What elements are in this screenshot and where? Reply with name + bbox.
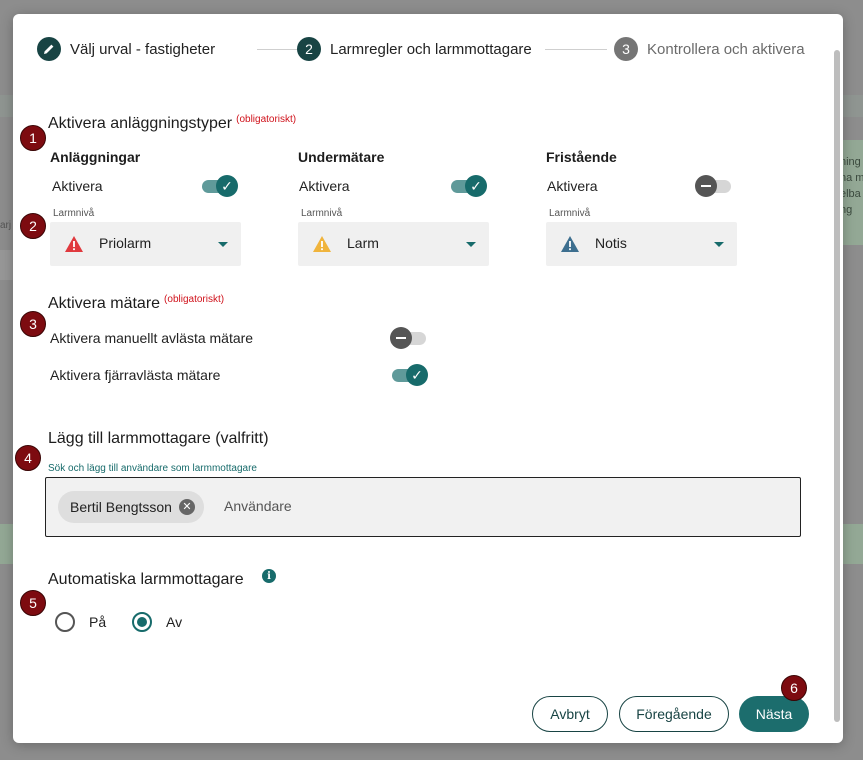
recipients-title: Lägg till larmmottagare (valfritt) (48, 430, 269, 447)
warning-red-icon (65, 236, 83, 252)
facility-types-heading: Aktivera anläggningstyper (obligatoriskt) (48, 114, 296, 133)
level-label: Larmnivå (301, 208, 343, 219)
auto-recipients-title: Automatiska larmmottagare (48, 571, 244, 588)
marker-4: 4 (15, 445, 41, 471)
column-heading-standalone: Fristående (546, 149, 617, 165)
background-text: arj (0, 220, 12, 231)
level-label: Larmnivå (53, 208, 95, 219)
radio-off[interactable] (132, 612, 152, 632)
selected-level: Priolarm (99, 235, 152, 251)
activate-label: Aktivera (547, 178, 598, 194)
radio-label: På (89, 614, 107, 630)
step-review-activate[interactable]: 3 Kontrollera och aktivera (614, 36, 805, 62)
marker-6: 6 (781, 675, 807, 701)
level-label: Larmnivå (549, 208, 591, 219)
caret-down-icon (466, 242, 476, 247)
marker-3: 3 (20, 311, 46, 337)
marker-5: 5 (20, 590, 46, 616)
meters-heading: Aktivera mätare (obligatoriskt) (48, 294, 224, 313)
step-number: 2 (297, 37, 321, 61)
column-heading-submeters: Undermätare (298, 149, 385, 165)
required-tag: (obligatoriskt) (236, 114, 297, 125)
alarm-rules-dialog: Välj urval - fastigheter 2 Larmregler oc… (13, 14, 843, 743)
next-button[interactable]: Nästa (739, 696, 809, 732)
cancel-button[interactable]: Avbryt (532, 696, 608, 732)
radio-label: Av (166, 614, 183, 630)
info-icon[interactable]: i (262, 569, 276, 583)
standalone-toggle[interactable] (695, 174, 733, 198)
step-select-properties[interactable]: Välj urval - fastigheter (37, 36, 215, 62)
step-divider (545, 49, 607, 50)
marker-2: 2 (20, 213, 46, 239)
check-icon: ✓ (465, 175, 487, 197)
activate-label: Aktivera (52, 178, 103, 194)
caret-down-icon (714, 242, 724, 247)
stepper: Välj urval - fastigheter 2 Larmregler oc… (37, 36, 817, 64)
pencil-icon (37, 37, 61, 61)
step-number: 3 (614, 37, 638, 61)
radio-on[interactable] (55, 612, 75, 632)
selected-level: Larm (347, 235, 379, 251)
recipient-search-input[interactable] (224, 498, 524, 514)
meter-option-label: Aktivera fjärravlästa mätare (50, 367, 221, 383)
minus-icon (695, 175, 717, 197)
step-label: Larmregler och larmmottagare (330, 40, 532, 58)
standalone-level-select[interactable]: Notis (546, 222, 737, 266)
check-icon: ✓ (216, 175, 238, 197)
step-label: Välj urval - fastigheter (70, 40, 216, 58)
activate-label: Aktivera (299, 178, 350, 194)
facility-types-title: Aktivera anläggningstyper (48, 115, 233, 132)
previous-button[interactable]: Föregående (619, 696, 729, 732)
selected-level: Notis (595, 235, 627, 251)
step-alarm-rules[interactable]: 2 Larmregler och larmmottagare (297, 36, 532, 62)
meters-title: Aktivera mätare (48, 295, 161, 312)
caret-down-icon (218, 242, 228, 247)
submeters-level-select[interactable]: Larm (298, 222, 489, 266)
warning-blue-icon (561, 236, 579, 252)
warning-yellow-icon (313, 236, 331, 252)
remove-chip-icon[interactable]: ✕ (178, 499, 195, 515)
recipient-chip: Bertil Bengtsson ✕ (58, 491, 204, 523)
manual-meters-toggle[interactable] (390, 326, 428, 350)
facilities-level-select[interactable]: Priolarm (50, 222, 241, 266)
column-heading-facilities: Anläggningar (50, 149, 141, 165)
step-label: Kontrollera och aktivera (647, 40, 805, 58)
meter-option-label: Aktivera manuellt avlästa mätare (50, 330, 254, 346)
scrollbar[interactable] (834, 50, 840, 722)
minus-icon (390, 327, 412, 349)
recipients-hint: Sök och lägg till användare som larmmott… (48, 463, 257, 474)
recipients-field[interactable]: Bertil Bengtsson ✕ (45, 477, 801, 537)
submeters-toggle[interactable]: ✓ (449, 174, 487, 198)
check-icon: ✓ (406, 364, 428, 386)
required-tag: (obligatoriskt) (164, 294, 225, 305)
recipient-name: Bertil Bengtsson (70, 499, 172, 515)
remote-meters-toggle[interactable]: ✓ (390, 363, 428, 387)
facilities-toggle[interactable]: ✓ (200, 174, 238, 198)
marker-1: 1 (20, 125, 46, 151)
